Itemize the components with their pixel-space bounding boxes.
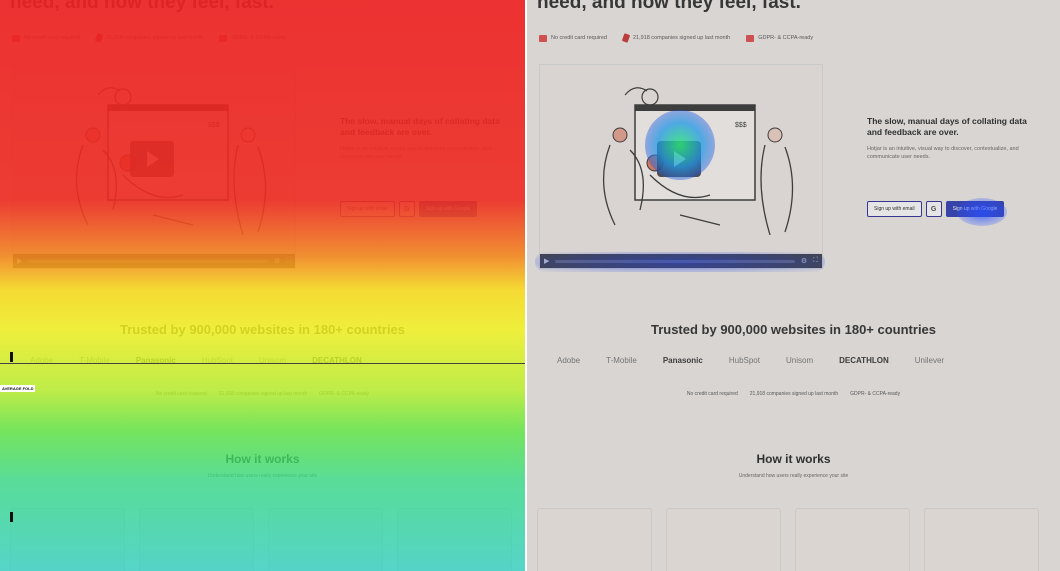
google-signup-button[interactable]: Sign up with Google <box>945 201 1005 217</box>
feature-card[interactable] <box>268 508 383 571</box>
svg-text:$$$: $$$ <box>735 122 747 129</box>
trusted-heading: Trusted by 900,000 websites in 180+ coun… <box>650 322 937 337</box>
hero-title: need, and how they feel, fast. <box>10 0 274 13</box>
intro-body: Hotjar is an intuitive, visual way to di… <box>867 146 1019 160</box>
shield-icon <box>219 34 228 42</box>
page-snapshot-right: need, and how they feel, fast. No credit… <box>527 0 1060 571</box>
badge-gdpr: GDPR- & CCPA-ready <box>219 34 286 42</box>
how-it-works-title: How it works <box>756 452 831 466</box>
intro-video[interactable]: $$$ ▶ ⚙ ⛶ <box>539 64 823 269</box>
logo-decathlon: DECATHLON <box>839 356 889 365</box>
logo-strip: Adobe T-Mobile Panasonic HubSpot Unisom … <box>557 356 944 365</box>
video-controls[interactable]: ▶ ⚙ ⛶ <box>540 254 822 268</box>
intro-body: Hotjar is an intuitive, visual way to di… <box>340 146 492 160</box>
feature-card[interactable] <box>795 508 910 571</box>
badge-gdpr: GDPR- & CCPA-ready <box>746 34 813 42</box>
check-row: No credit card required 21,918 companies… <box>686 391 901 397</box>
google-signup-button[interactable]: Sign up with Google <box>418 201 478 217</box>
check-row: No credit card required 21,918 companies… <box>155 391 370 397</box>
progress-bar[interactable] <box>555 259 795 263</box>
card-icon <box>12 34 20 42</box>
badge-signups: 21,918 companies signed up last month <box>621 33 730 43</box>
signup-cta: Sign up with email G Sign up with Google <box>867 201 1005 217</box>
progress-bar[interactable] <box>28 259 268 263</box>
feature-card[interactable] <box>666 508 781 571</box>
settings-icon[interactable]: ⚙ <box>801 257 807 265</box>
signup-cta: Sign up with email G Sign up with Google <box>340 201 478 217</box>
google-icon[interactable]: G <box>398 201 415 217</box>
fullscreen-icon[interactable]: ⛶ <box>286 257 291 265</box>
feature-card[interactable] <box>139 508 254 571</box>
feature-cards <box>537 508 1039 571</box>
badge-row: No credit card required 21,918 companies… <box>12 33 286 43</box>
intro-copy: The slow, manual days of collating data … <box>867 116 1037 161</box>
pen-icon <box>94 33 104 43</box>
intro-heading: The slow, manual days of collating data … <box>867 116 1027 137</box>
pause-icon[interactable]: ▶ <box>544 257 549 265</box>
intro-video[interactable]: $$$ ▶ ⚙ ⛶ <box>12 64 296 269</box>
scroll-tick <box>10 352 13 362</box>
logo-tmobile: T-Mobile <box>606 356 637 365</box>
settings-icon[interactable]: ⚙ <box>274 257 280 265</box>
logo-hubspot: HubSpot <box>728 356 760 365</box>
intro-copy: The slow, manual days of collating data … <box>340 116 510 161</box>
pause-icon[interactable]: ▶ <box>17 257 22 265</box>
badge-no-card: No credit card required <box>12 34 80 42</box>
shield-icon <box>746 34 755 42</box>
feature-card[interactable] <box>537 508 652 571</box>
scroll-heatmap-panel: need, and how they feel, fast. No credit… <box>0 0 525 571</box>
play-button[interactable] <box>130 141 174 177</box>
how-it-works-subtitle: Understand how users really experience y… <box>207 473 318 479</box>
logo-panasonic: Panasonic <box>662 356 703 365</box>
video-controls[interactable]: ▶ ⚙ ⛶ <box>13 254 295 268</box>
page-snapshot-left: need, and how they feel, fast. No credit… <box>0 0 525 571</box>
feature-card[interactable] <box>10 508 125 571</box>
how-it-works-subtitle: Understand how users really experience y… <box>738 473 849 479</box>
email-signup-button[interactable]: Sign up with email <box>340 201 395 217</box>
intro-heading: The slow, manual days of collating data … <box>340 116 500 137</box>
badge-row: No credit card required 21,918 companies… <box>539 33 813 43</box>
trusted-heading: Trusted by 900,000 websites in 180+ coun… <box>119 322 406 337</box>
click-heatmap-panel: need, and how they feel, fast. No credit… <box>527 0 1060 571</box>
average-fold-line <box>0 363 525 364</box>
feature-card[interactable] <box>397 508 512 571</box>
comparison-frame: need, and how they feel, fast. No credit… <box>0 0 1060 571</box>
play-button[interactable] <box>657 141 701 177</box>
badge-signups: 21,918 companies signed up last month <box>94 33 203 43</box>
logo-unilever: Unilever <box>914 356 945 365</box>
logo-adobe: Adobe <box>557 356 581 365</box>
google-icon[interactable]: G <box>925 201 942 217</box>
feature-cards <box>10 508 512 571</box>
feature-card[interactable] <box>924 508 1039 571</box>
fullscreen-icon[interactable]: ⛶ <box>813 257 818 265</box>
email-signup-button[interactable]: Sign up with email <box>867 201 922 217</box>
scroll-tick <box>10 512 13 522</box>
svg-text:$$$: $$$ <box>208 122 220 129</box>
logo-unisom: Unisom <box>785 356 814 365</box>
badge-no-card: No credit card required <box>539 34 607 42</box>
average-fold-label: AVERAGE FOLD <box>0 385 36 392</box>
how-it-works-title: How it works <box>225 452 300 466</box>
pen-icon <box>621 33 631 43</box>
hero-title: need, and how they feel, fast. <box>537 0 801 13</box>
card-icon <box>539 34 547 42</box>
